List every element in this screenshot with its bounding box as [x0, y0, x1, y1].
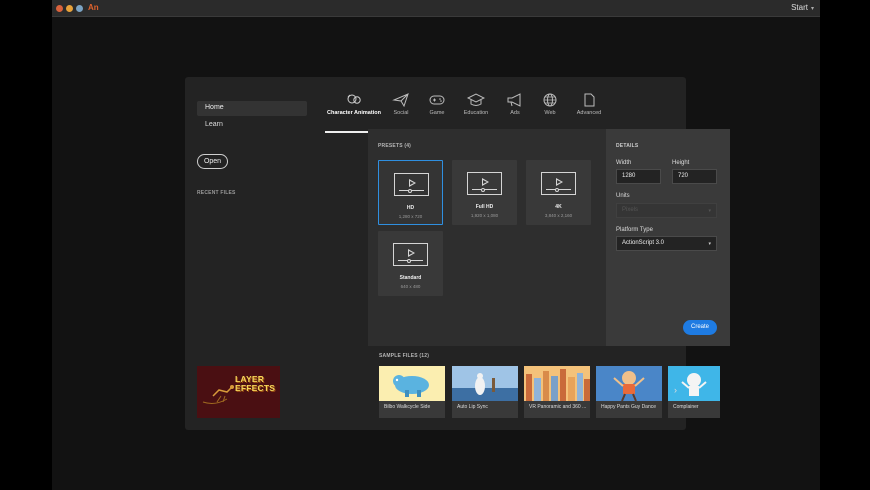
- megaphone-icon: [507, 93, 521, 107]
- tab-label: Web: [544, 110, 556, 116]
- details-heading: DETAILS: [616, 143, 639, 149]
- preset-name: Standard: [399, 275, 422, 281]
- sample-title: Auto Lip Sync: [457, 404, 488, 410]
- paper-plane-icon: [392, 93, 409, 107]
- video-icon: [393, 243, 428, 266]
- category-tabs: Character Animation Social Game Educatio…: [325, 91, 611, 133]
- tab-education[interactable]: Education: [455, 91, 497, 127]
- sample-thumbnail: [452, 366, 518, 401]
- sample-thumbnail: [596, 366, 662, 401]
- gamepad-icon: [429, 95, 445, 105]
- tab-social[interactable]: Social: [383, 91, 419, 127]
- tab-label: Character Animation: [327, 110, 381, 116]
- sidebar-item-home[interactable]: Home: [197, 101, 307, 116]
- platform-value: ActionScript 3.0: [622, 240, 665, 246]
- tab-label: Education: [463, 110, 489, 116]
- chevron-right-icon[interactable]: ›: [674, 385, 677, 395]
- video-icon: [467, 172, 502, 195]
- preset-4k[interactable]: 4K 3,840 x 2,160: [526, 160, 591, 225]
- tab-label: Ads: [510, 110, 520, 116]
- preset-standard[interactable]: Standard 640 x 480: [378, 231, 443, 296]
- tab-advanced[interactable]: Advanced: [567, 91, 611, 127]
- video-icon: [541, 172, 576, 195]
- preset-full-hd[interactable]: Full HD 1,920 x 1,080: [452, 160, 517, 225]
- platform-label: Platform Type: [616, 227, 653, 233]
- sample-files-heading: SAMPLE FILES (12): [379, 353, 430, 359]
- preset-hd[interactable]: HD 1,280 x 720: [378, 160, 443, 225]
- sample-thumbnail: [668, 366, 720, 401]
- graduation-cap-icon: [467, 93, 485, 106]
- height-field[interactable]: 720: [672, 169, 717, 184]
- sample-title: Happy Pants Guy Dance: [601, 404, 657, 410]
- workspace-switcher[interactable]: Start ▾: [791, 3, 814, 12]
- presets-panel: PRESETS (4) HD 1,280 x 720 Full HD 1,920…: [368, 129, 606, 346]
- presets-heading: PRESETS (4): [378, 143, 412, 149]
- close-window-button[interactable]: [56, 5, 63, 12]
- sample-title: Complainer: [673, 404, 699, 410]
- details-panel: DETAILS Width 1280 Height 720 Units Pixe…: [606, 129, 730, 346]
- tab-game[interactable]: Game: [419, 91, 455, 127]
- platform-dropdown[interactable]: ActionScript 3.0 ▾: [616, 236, 717, 251]
- workspace-label: Start: [791, 3, 808, 12]
- app-logo: An: [88, 3, 99, 12]
- sidebar-item-learn[interactable]: Learn: [197, 118, 307, 133]
- sample-card-bilbo[interactable]: Bilbo Walkcycle Side: [379, 366, 445, 418]
- promo-title: LAYER EFFECTS: [235, 374, 276, 393]
- title-bar: An Start ▾: [52, 0, 820, 17]
- preset-resolution: 640 x 480: [400, 284, 421, 289]
- sample-thumbnail: [379, 366, 445, 401]
- tab-label: Social: [393, 110, 409, 116]
- open-button[interactable]: Open: [197, 154, 228, 169]
- start-screen: Home Learn Open RECENT FILES Character A…: [185, 77, 730, 430]
- preset-resolution: 1,280 x 720: [398, 214, 423, 219]
- preset-resolution: 3,840 x 2,160: [544, 213, 573, 218]
- units-label: Units: [616, 193, 630, 199]
- chevron-down-icon: ▾: [810, 6, 814, 12]
- preset-name: Full HD: [475, 204, 494, 210]
- sample-title: Bilbo Walkcycle Side: [384, 404, 431, 410]
- preset-name: 4K: [555, 204, 562, 210]
- height-label: Height: [672, 160, 690, 166]
- chevron-down-icon: ▾: [708, 208, 711, 214]
- sample-thumbnail: [524, 366, 590, 401]
- sample-card-auto-lip-sync[interactable]: Auto Lip Sync: [452, 366, 518, 418]
- sample-card-vr-panoramic[interactable]: VR Panoramic and 360 ...: [524, 366, 590, 418]
- app-window: An Start ▾ Home Learn Open RECENT FILES C…: [52, 0, 820, 490]
- tab-label: Game: [429, 110, 445, 116]
- sample-card-happy-pants[interactable]: Happy Pants Guy Dance: [596, 366, 662, 418]
- tab-web[interactable]: Web: [533, 91, 567, 127]
- tab-ads[interactable]: Ads: [497, 91, 533, 127]
- character-animation-icon: [347, 94, 361, 104]
- units-dropdown: Pixels ▾: [616, 203, 717, 218]
- globe-icon: [543, 93, 557, 107]
- width-field[interactable]: 1280: [616, 169, 661, 184]
- preset-resolution: 1,920 x 1,080: [470, 213, 499, 218]
- recent-files-heading: RECENT FILES: [197, 190, 236, 196]
- document-icon: [584, 93, 595, 107]
- video-icon: [394, 173, 429, 196]
- minimize-window-button[interactable]: [66, 5, 73, 12]
- tab-character-animation[interactable]: Character Animation: [325, 91, 383, 133]
- layer-effects-promo[interactable]: LAYER EFFECTS: [197, 366, 280, 418]
- create-button[interactable]: Create: [683, 320, 717, 335]
- preset-name: HD: [406, 205, 415, 211]
- maximize-window-button[interactable]: [76, 5, 83, 12]
- width-label: Width: [616, 160, 632, 166]
- sample-title: VR Panoramic and 360 ...: [529, 404, 587, 410]
- chevron-down-icon: ▾: [708, 241, 711, 247]
- tab-label: Advanced: [576, 110, 602, 116]
- units-value: Pixels: [622, 207, 639, 213]
